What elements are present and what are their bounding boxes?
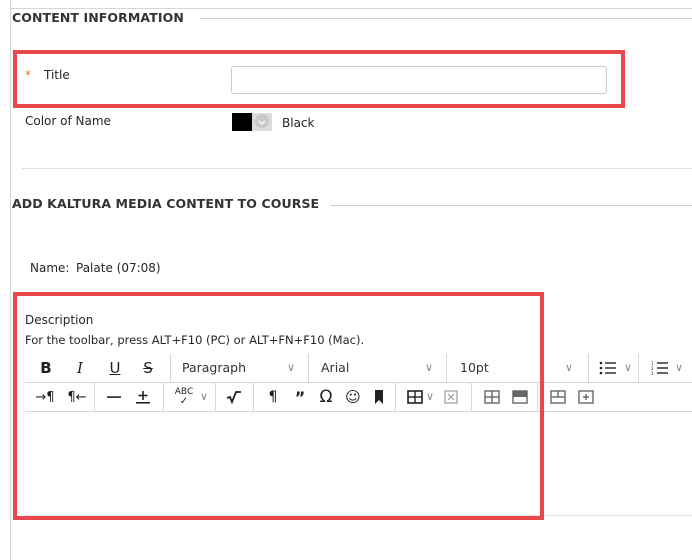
chevron-down-icon: ∨ [287, 361, 296, 374]
numbered-list-icon[interactable]: 123 [648, 354, 672, 382]
color-picker[interactable] [232, 113, 272, 131]
color-value: Black [282, 116, 315, 130]
font-family-dropdown[interactable]: Arial [321, 354, 349, 382]
chevron-down-icon [255, 114, 269, 128]
color-of-name-label: Color of Name [25, 114, 111, 128]
description-label: Description [25, 313, 94, 327]
section-divider [22, 168, 692, 169]
bold-button[interactable]: B [35, 354, 57, 382]
media-name-value: Palate (07:08) [76, 261, 161, 275]
media-name-label: Name: [30, 261, 70, 275]
svg-text:3: 3 [651, 371, 654, 375]
section-top-rule [10, 8, 692, 9]
color-swatch[interactable] [232, 113, 252, 131]
content-info-rule [200, 18, 692, 19]
bullet-list-icon[interactable] [596, 354, 620, 382]
underline-button[interactable]: U [104, 354, 126, 382]
required-indicator: * [25, 68, 31, 82]
chevron-down-icon[interactable]: ∨ [675, 354, 683, 382]
title-input[interactable] [231, 66, 607, 94]
description-editor[interactable] [25, 400, 692, 516]
content-information-heading: CONTENT INFORMATION [12, 10, 184, 25]
editor-toolbar-row-1: B I U S Paragraph ∨ Arial ∨ 10pt ∨ ∨ 123… [25, 354, 692, 383]
page-left-border [10, 0, 11, 560]
kaltura-heading: ADD KALTURA MEDIA CONTENT TO COURSE [12, 196, 320, 211]
kaltura-rule [330, 205, 692, 206]
font-size-dropdown[interactable]: 10pt [460, 354, 489, 382]
paragraph-format-dropdown[interactable]: Paragraph [182, 354, 246, 382]
strikethrough-button[interactable]: S [137, 354, 159, 382]
italic-button[interactable]: I [69, 354, 91, 382]
color-dropdown-button[interactable] [252, 113, 272, 131]
title-label: Title [44, 68, 70, 82]
toolbar-hint: For the toolbar, press ALT+F10 (PC) or A… [25, 333, 365, 347]
chevron-down-icon[interactable]: ∨ [624, 354, 632, 382]
chevron-down-icon: ∨ [425, 361, 434, 374]
chevron-down-icon: ∨ [565, 361, 574, 374]
